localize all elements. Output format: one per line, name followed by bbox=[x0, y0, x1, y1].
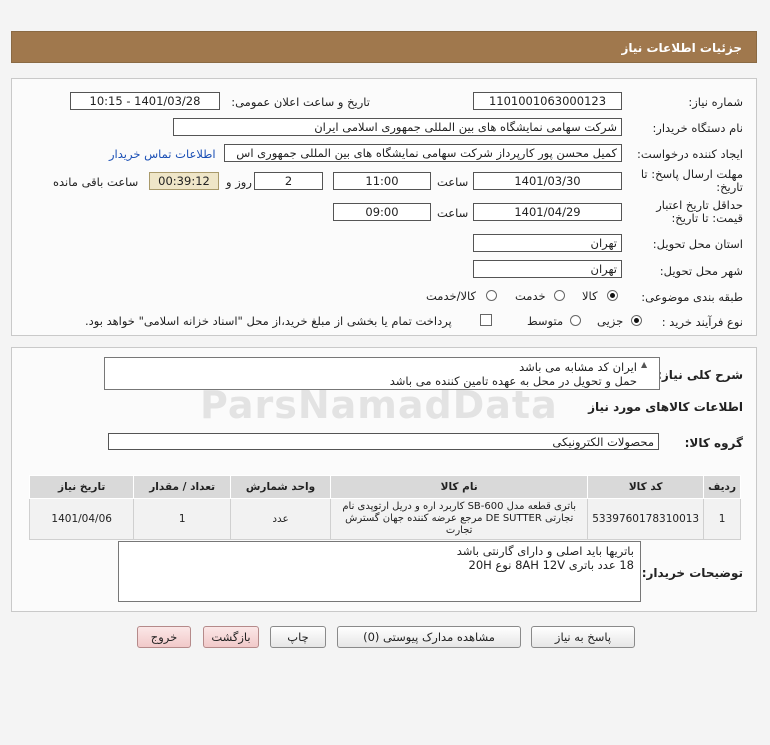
validity-time-field: 09:00 bbox=[333, 203, 431, 221]
city-label: شهر محل تحویل: bbox=[659, 264, 743, 278]
remaining-time-field: 00:39:12 bbox=[149, 172, 219, 190]
print-button[interactable]: چاپ bbox=[270, 626, 326, 648]
remaining-time-label: ساعت باقی مانده bbox=[53, 175, 139, 189]
category-option-goods-service: کالا/خدمت bbox=[426, 289, 477, 303]
goods-table: ردیف کد کالا نام کالا واحد شمارش تعداد /… bbox=[28, 475, 741, 540]
col-qty: تعداد / مقدار bbox=[133, 475, 231, 499]
view-attachments-button[interactable]: مشاهده مدارک پیوستی (0) bbox=[337, 626, 521, 648]
goods-section-title: اطلاعات کالاهای مورد نیاز bbox=[588, 400, 743, 414]
cell-code: 5339760178310013 bbox=[587, 498, 705, 540]
validity-date-field: 1401/04/29 bbox=[473, 203, 622, 221]
process-radio-minor[interactable] bbox=[631, 315, 642, 326]
page: جزئیات اطلاعات نیاز شماره نیاز: 11010010… bbox=[0, 0, 770, 745]
deadline-label: مهلت ارسال پاسخ: تا تاریخ: bbox=[641, 168, 743, 194]
buyer-notes-textarea: باتریها باید اصلی و دارای گارنتی باشد 18… bbox=[118, 541, 641, 602]
exit-button[interactable]: خروج bbox=[137, 626, 191, 648]
category-option-goods: کالا bbox=[582, 289, 598, 303]
page-header: جزئیات اطلاعات نیاز bbox=[11, 31, 757, 63]
creator-field: کمیل محسن پور کارپرداز شرکت سهامی نمایشگ… bbox=[224, 144, 622, 162]
cell-unit: عدد bbox=[229, 498, 332, 540]
province-field: تهران bbox=[473, 234, 622, 252]
buyer-contact-link[interactable]: اطلاعات تماس خریدار bbox=[109, 147, 216, 161]
cell-qty: 1 bbox=[133, 498, 231, 540]
col-name: نام کالا bbox=[330, 475, 589, 499]
category-radio-goods-service[interactable] bbox=[486, 290, 497, 301]
category-radio-goods[interactable] bbox=[607, 290, 618, 301]
category-radio-service[interactable] bbox=[554, 290, 565, 301]
process-label: نوع فرآیند خرید : bbox=[661, 315, 743, 329]
announce-field: 1401/03/28 - 10:15 bbox=[70, 92, 220, 110]
validity-label: حداقل تاریخ اعتبار قیمت: تا تاریخ: bbox=[656, 199, 743, 225]
creator-label: ایجاد کننده درخواست: bbox=[637, 147, 743, 161]
goods-group-field: محصولات الکترونیکی bbox=[108, 433, 659, 450]
summary-line1: ایران کد مشابه می باشد bbox=[519, 360, 637, 374]
category-label: طبقه بندی موضوعی: bbox=[641, 290, 743, 304]
goods-table-header: ردیف کد کالا نام کالا واحد شمارش تعداد /… bbox=[28, 475, 741, 499]
validity-time-label: ساعت bbox=[437, 206, 469, 220]
col-row: ردیف bbox=[703, 475, 741, 499]
deadline-time-label: ساعت bbox=[437, 175, 469, 189]
summary-label: شرح کلی نیاز: bbox=[657, 368, 743, 382]
buyer-label: نام دستگاه خریدار: bbox=[652, 121, 743, 135]
days-label: روز و bbox=[226, 175, 252, 189]
col-unit: واحد شمارش bbox=[229, 475, 332, 499]
goods-group-label: گروه کالا: bbox=[684, 436, 743, 450]
watermark-text: ParsNamadData bbox=[200, 383, 558, 427]
back-button[interactable]: بازگشت bbox=[203, 626, 259, 648]
process-radio-medium[interactable] bbox=[570, 315, 581, 326]
treasury-payment-checkbox[interactable] bbox=[480, 314, 492, 326]
cell-date: 1401/04/06 bbox=[28, 498, 135, 540]
cell-row: 1 bbox=[703, 498, 741, 540]
validity-label-line2: قیمت: تا تاریخ: bbox=[671, 211, 743, 225]
process-option-minor: جزیی bbox=[597, 314, 624, 328]
reply-button[interactable]: پاسخ به نیاز bbox=[531, 626, 635, 648]
page-title: جزئیات اطلاعات نیاز bbox=[621, 41, 742, 55]
treasury-payment-note: پرداخت تمام یا بخشی از مبلغ خرید،از محل … bbox=[85, 314, 452, 328]
deadline-date-field: 1401/03/30 bbox=[473, 172, 622, 190]
buyer-notes-line1: باتریها باید اصلی و دارای گارنتی باشد bbox=[456, 544, 634, 558]
table-row: 1 5339760178310013 باتری قطعه مدل SB-600… bbox=[28, 498, 741, 540]
category-option-service: خدمت bbox=[515, 289, 546, 303]
days-field: 2 bbox=[254, 172, 323, 190]
deadline-label-line2: تاریخ: bbox=[716, 180, 743, 194]
cell-name: باتری قطعه مدل SB-600 کاربرد اره و دریل … bbox=[330, 498, 589, 540]
deadline-time-field: 11:00 bbox=[333, 172, 431, 190]
buyer-notes-line2: 18 عدد باتری 8AH 12V نوع 20H bbox=[468, 558, 635, 572]
buyer-notes-label: توضیحات خریدار: bbox=[641, 566, 743, 580]
city-field: تهران bbox=[473, 260, 622, 278]
process-option-medium: متوسط bbox=[527, 314, 564, 328]
col-code: کد کالا bbox=[587, 475, 705, 499]
need-number-field: 1101001063000123 bbox=[473, 92, 622, 110]
summary-scroll-up-icon[interactable]: ▲ bbox=[641, 360, 647, 369]
province-label: استان محل تحویل: bbox=[652, 237, 743, 251]
announce-label: تاریخ و ساعت اعلان عمومی: bbox=[231, 95, 370, 109]
col-date: تاریخ نیاز bbox=[28, 475, 135, 499]
need-number-label: شماره نیاز: bbox=[688, 95, 743, 109]
buyer-field: شرکت سهامی نمایشگاه های بین المللی جمهور… bbox=[173, 118, 622, 136]
